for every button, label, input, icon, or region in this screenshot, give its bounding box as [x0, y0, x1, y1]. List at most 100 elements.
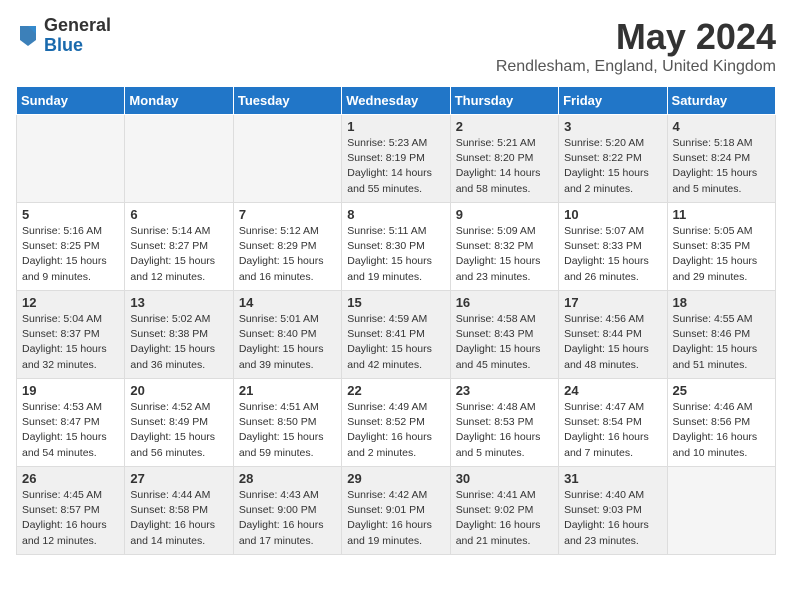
day-info: Sunrise: 5:14 AM Sunset: 8:27 PM Dayligh… — [130, 224, 227, 285]
day-info: Sunrise: 4:44 AM Sunset: 8:58 PM Dayligh… — [130, 488, 227, 549]
day-number: 24 — [564, 383, 661, 398]
calendar-cell — [667, 467, 775, 555]
day-number: 30 — [456, 471, 553, 486]
calendar-cell: 25Sunrise: 4:46 AM Sunset: 8:56 PM Dayli… — [667, 379, 775, 467]
calendar-cell: 6 Sunrise: 5:14 AM Sunset: 8:27 PM Daylig… — [125, 203, 233, 291]
day-info: Sunrise: 4:49 AM Sunset: 8:52 PM Dayligh… — [347, 400, 444, 461]
day-info: Sunrise: 4:51 AM Sunset: 8:50 PM Dayligh… — [239, 400, 336, 461]
day-info: Sunrise: 5:12 AM Sunset: 8:29 PM Dayligh… — [239, 224, 336, 285]
calendar-cell: 30Sunrise: 4:41 AM Sunset: 9:02 PM Dayli… — [450, 467, 558, 555]
day-number: 10 — [564, 207, 661, 222]
day-number: 6 — [130, 207, 227, 222]
calendar-cell: 1 Sunrise: 5:23 AM Sunset: 8:19 PM Daylig… — [342, 115, 450, 203]
day-info: Sunrise: 5:11 AM Sunset: 8:30 PM Dayligh… — [347, 224, 444, 285]
day-number: 22 — [347, 383, 444, 398]
calendar-week-row: 12Sunrise: 5:04 AM Sunset: 8:37 PM Dayli… — [17, 291, 776, 379]
day-number: 5 — [22, 207, 119, 222]
day-number: 13 — [130, 295, 227, 310]
day-info: Sunrise: 4:48 AM Sunset: 8:53 PM Dayligh… — [456, 400, 553, 461]
day-number: 14 — [239, 295, 336, 310]
logo-blue-text: Blue — [44, 36, 111, 56]
day-number: 3 — [564, 119, 661, 134]
calendar-cell: 7 Sunrise: 5:12 AM Sunset: 8:29 PM Daylig… — [233, 203, 341, 291]
calendar-cell: 14 Sunrise: 5:01 AM Sunset: 8:40 PM Dayli… — [233, 291, 341, 379]
logo-general-text: General — [44, 16, 111, 36]
day-info: Sunrise: 4:52 AM Sunset: 8:49 PM Dayligh… — [130, 400, 227, 461]
day-info: Sunrise: 5:18 AM Sunset: 8:24 PM Dayligh… — [673, 136, 770, 197]
day-number: 29 — [347, 471, 444, 486]
day-number: 21 — [239, 383, 336, 398]
day-number: 18 — [673, 295, 770, 310]
calendar-cell: 28 Sunrise: 4:43 AM Sunset: 9:00 PM Dayli… — [233, 467, 341, 555]
weekday-header-row: SundayMondayTuesdayWednesdayThursdayFrid… — [17, 87, 776, 115]
day-number: 25 — [673, 383, 770, 398]
calendar-cell: 16 Sunrise: 4:58 AM Sunset: 8:43 PM Dayli… — [450, 291, 558, 379]
calendar-cell: 2Sunrise: 5:21 AM Sunset: 8:20 PM Daylig… — [450, 115, 558, 203]
calendar-cell: 20 Sunrise: 4:52 AM Sunset: 8:49 PM Dayli… — [125, 379, 233, 467]
calendar-cell: 12Sunrise: 5:04 AM Sunset: 8:37 PM Dayli… — [17, 291, 125, 379]
day-number: 16 — [456, 295, 553, 310]
day-number: 15 — [347, 295, 444, 310]
day-number: 11 — [673, 207, 770, 222]
day-info: Sunrise: 4:40 AM Sunset: 9:03 PM Dayligh… — [564, 488, 661, 549]
calendar-cell: 23Sunrise: 4:48 AM Sunset: 8:53 PM Dayli… — [450, 379, 558, 467]
weekday-header: Wednesday — [342, 87, 450, 115]
calendar-week-row: 19Sunrise: 4:53 AM Sunset: 8:47 PM Dayli… — [17, 379, 776, 467]
calendar-cell: 24 Sunrise: 4:47 AM Sunset: 8:54 PM Dayli… — [559, 379, 667, 467]
day-info: Sunrise: 4:43 AM Sunset: 9:00 PM Dayligh… — [239, 488, 336, 549]
calendar-cell: 8 Sunrise: 5:11 AM Sunset: 8:30 PM Daylig… — [342, 203, 450, 291]
day-info: Sunrise: 4:53 AM Sunset: 8:47 PM Dayligh… — [22, 400, 119, 461]
day-info: Sunrise: 5:05 AM Sunset: 8:35 PM Dayligh… — [673, 224, 770, 285]
day-info: Sunrise: 5:20 AM Sunset: 8:22 PM Dayligh… — [564, 136, 661, 197]
calendar-week-row: 26 Sunrise: 4:45 AM Sunset: 8:57 PM Dayli… — [17, 467, 776, 555]
calendar-week-row: 1 Sunrise: 5:23 AM Sunset: 8:19 PM Daylig… — [17, 115, 776, 203]
day-number: 20 — [130, 383, 227, 398]
calendar-week-row: 5 Sunrise: 5:16 AM Sunset: 8:25 PM Daylig… — [17, 203, 776, 291]
calendar-cell: 4Sunrise: 5:18 AM Sunset: 8:24 PM Daylig… — [667, 115, 775, 203]
calendar-cell: 22 Sunrise: 4:49 AM Sunset: 8:52 PM Dayli… — [342, 379, 450, 467]
title-section: May 2024 Rendlesham, England, United Kin… — [496, 16, 776, 76]
calendar-cell: 19Sunrise: 4:53 AM Sunset: 8:47 PM Dayli… — [17, 379, 125, 467]
day-info: Sunrise: 5:16 AM Sunset: 8:25 PM Dayligh… — [22, 224, 119, 285]
calendar-table: SundayMondayTuesdayWednesdayThursdayFrid… — [16, 86, 776, 555]
page-header: General Blue May 2024 Rendlesham, Englan… — [16, 16, 776, 76]
calendar-cell — [233, 115, 341, 203]
logo-text: General Blue — [44, 16, 111, 56]
day-number: 12 — [22, 295, 119, 310]
calendar-cell: 21 Sunrise: 4:51 AM Sunset: 8:50 PM Dayli… — [233, 379, 341, 467]
weekday-header: Sunday — [17, 87, 125, 115]
day-number: 28 — [239, 471, 336, 486]
day-info: Sunrise: 4:45 AM Sunset: 8:57 PM Dayligh… — [22, 488, 119, 549]
day-number: 9 — [456, 207, 553, 222]
day-info: Sunrise: 4:59 AM Sunset: 8:41 PM Dayligh… — [347, 312, 444, 373]
calendar-cell: 9 Sunrise: 5:09 AM Sunset: 8:32 PM Daylig… — [450, 203, 558, 291]
day-info: Sunrise: 5:01 AM Sunset: 8:40 PM Dayligh… — [239, 312, 336, 373]
day-info: Sunrise: 4:58 AM Sunset: 8:43 PM Dayligh… — [456, 312, 553, 373]
calendar-cell: 26 Sunrise: 4:45 AM Sunset: 8:57 PM Dayli… — [17, 467, 125, 555]
logo: General Blue — [16, 16, 111, 56]
day-number: 26 — [22, 471, 119, 486]
calendar-cell: 18Sunrise: 4:55 AM Sunset: 8:46 PM Dayli… — [667, 291, 775, 379]
day-number: 31 — [564, 471, 661, 486]
day-info: Sunrise: 4:47 AM Sunset: 8:54 PM Dayligh… — [564, 400, 661, 461]
calendar-cell — [17, 115, 125, 203]
day-info: Sunrise: 5:09 AM Sunset: 8:32 PM Dayligh… — [456, 224, 553, 285]
day-number: 1 — [347, 119, 444, 134]
calendar-cell: 29Sunrise: 4:42 AM Sunset: 9:01 PM Dayli… — [342, 467, 450, 555]
day-number: 7 — [239, 207, 336, 222]
calendar-cell: 5 Sunrise: 5:16 AM Sunset: 8:25 PM Daylig… — [17, 203, 125, 291]
day-number: 8 — [347, 207, 444, 222]
day-number: 17 — [564, 295, 661, 310]
day-info: Sunrise: 5:23 AM Sunset: 8:19 PM Dayligh… — [347, 136, 444, 197]
calendar-cell: 17Sunrise: 4:56 AM Sunset: 8:44 PM Dayli… — [559, 291, 667, 379]
weekday-header: Friday — [559, 87, 667, 115]
day-info: Sunrise: 5:07 AM Sunset: 8:33 PM Dayligh… — [564, 224, 661, 285]
location: Rendlesham, England, United Kingdom — [496, 58, 776, 76]
month-title: May 2024 — [496, 16, 776, 58]
calendar-cell — [125, 115, 233, 203]
calendar-cell: 31 Sunrise: 4:40 AM Sunset: 9:03 PM Dayli… — [559, 467, 667, 555]
calendar-cell: 27Sunrise: 4:44 AM Sunset: 8:58 PM Dayli… — [125, 467, 233, 555]
logo-icon — [16, 22, 40, 50]
calendar-cell: 10 Sunrise: 5:07 AM Sunset: 8:33 PM Dayli… — [559, 203, 667, 291]
day-info: Sunrise: 5:21 AM Sunset: 8:20 PM Dayligh… — [456, 136, 553, 197]
